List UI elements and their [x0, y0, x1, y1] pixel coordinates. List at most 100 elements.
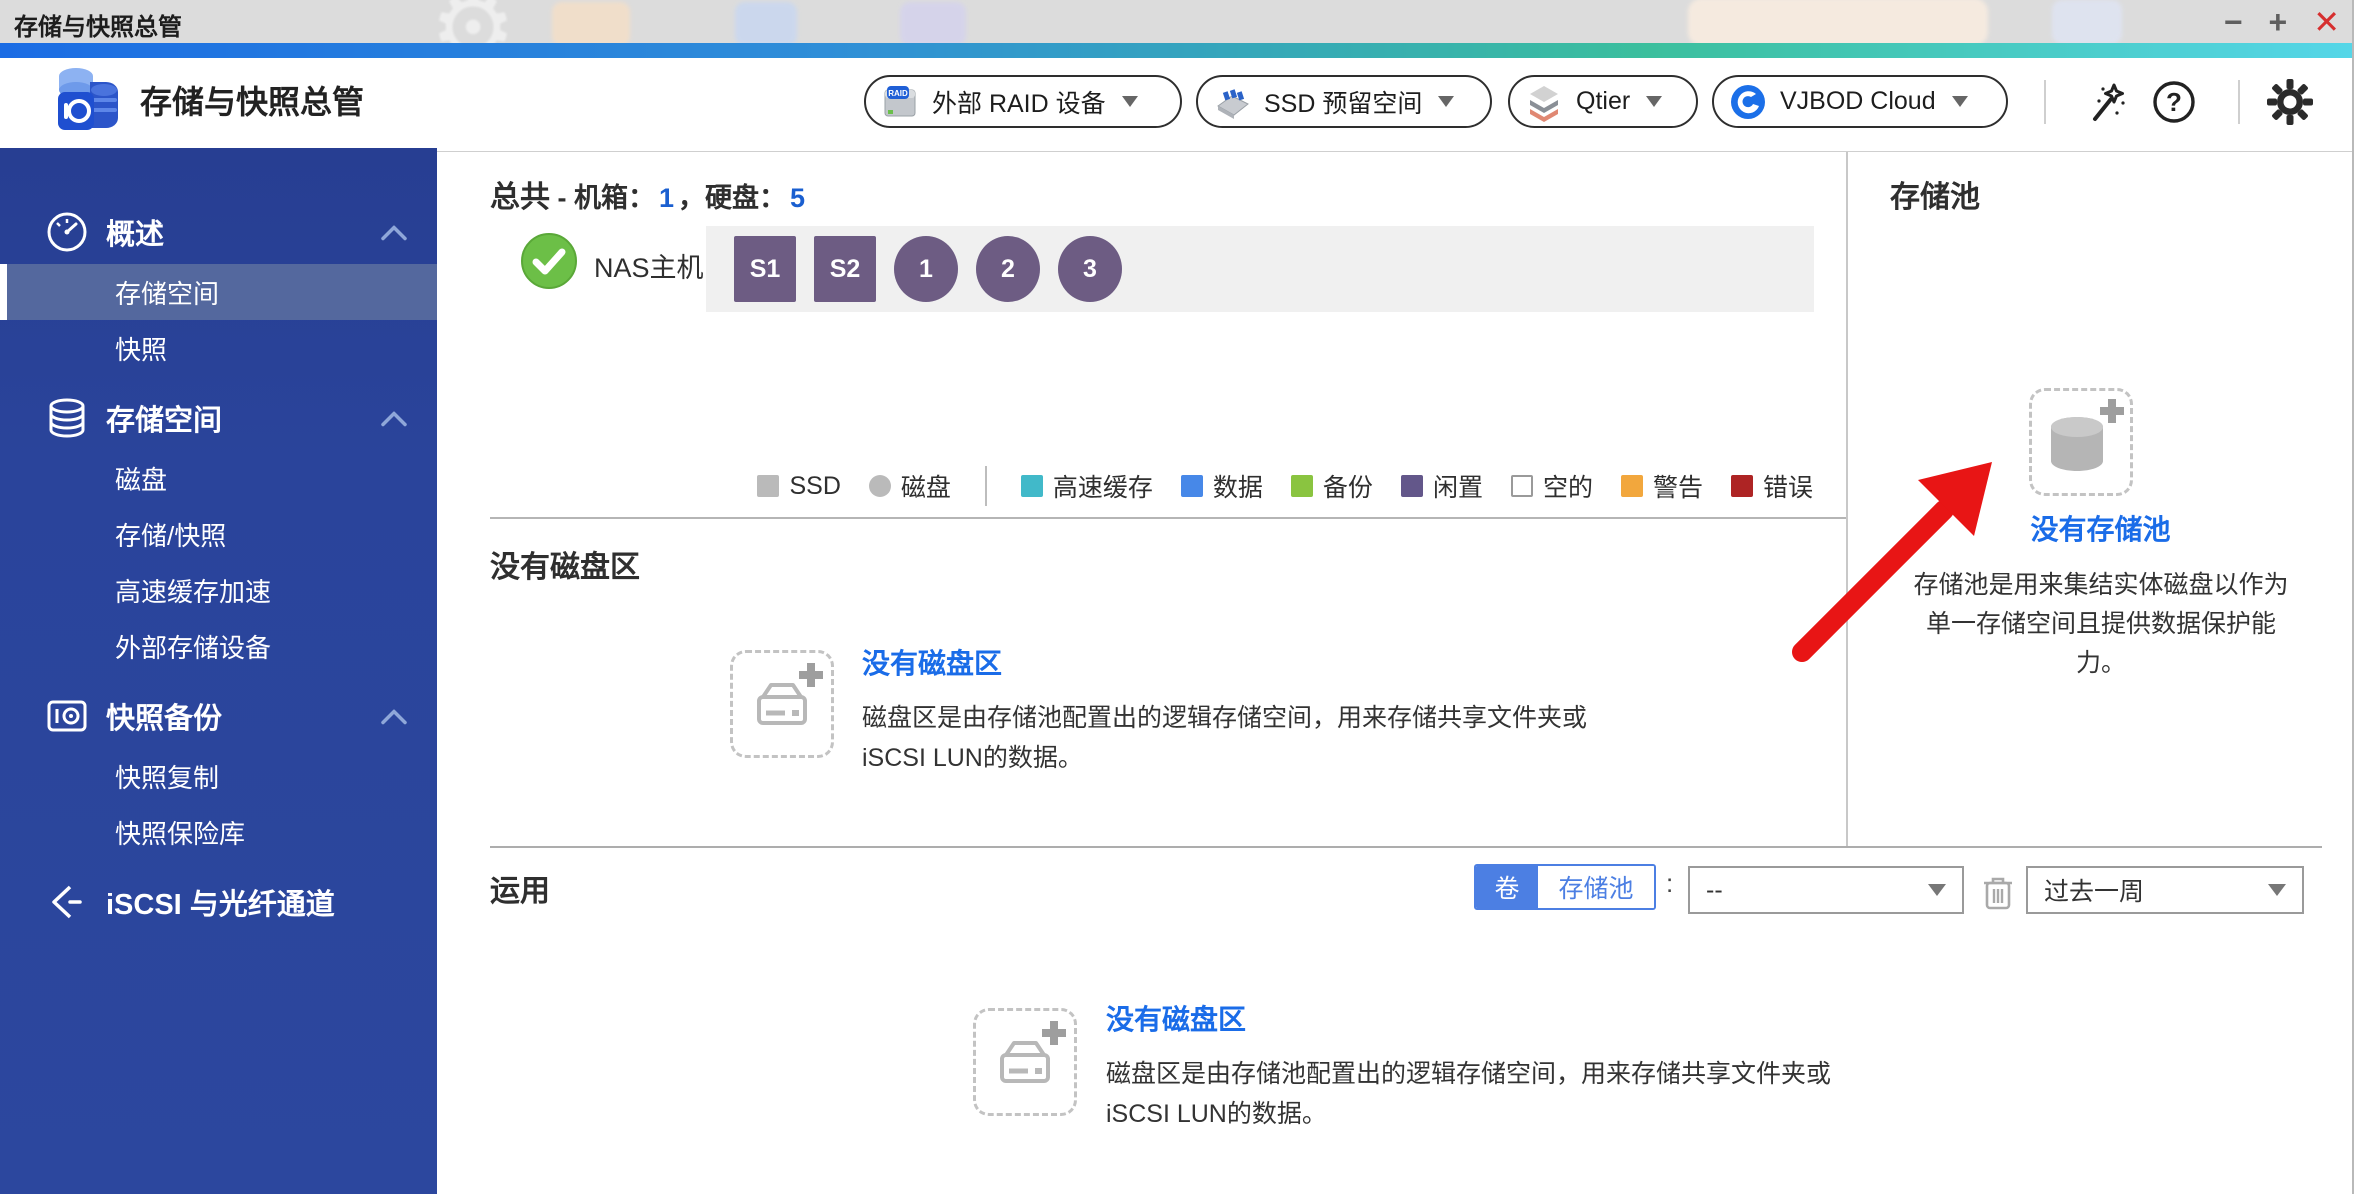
background-app-icon [900, 2, 966, 43]
sidebar-item-external-storage[interactable]: 外部存储设备 [0, 618, 437, 674]
legend-label: 数据 [1213, 468, 1263, 504]
header-separator [2044, 80, 2046, 124]
magic-wand-icon [2081, 79, 2127, 125]
vjbod-cloud-icon [1728, 82, 1768, 122]
sidebar-item-cache-acceleration[interactable]: 高速缓存加速 [0, 562, 437, 618]
volume-description-line2: iSCSI LUN的数据。 [1106, 1094, 1831, 1134]
legend-swatch [1621, 475, 1643, 497]
external-raid-dropdown[interactable]: RAID 外部 RAID 设备 [864, 75, 1182, 128]
sidebar-section-overview[interactable]: 概述 [0, 200, 437, 264]
section-divider [490, 846, 2322, 848]
help-button[interactable]: ? [2148, 76, 2200, 128]
chevron-down-icon [1438, 96, 1454, 107]
drive-slot-3[interactable]: 3 [1058, 236, 1122, 302]
content-top-border [437, 151, 2354, 152]
help-icon: ? [2151, 79, 2197, 125]
drive-slot-1[interactable]: 1 [894, 236, 958, 302]
create-pool-icon [2029, 388, 2133, 496]
clear-usage-button[interactable] [1978, 872, 2018, 912]
background-app-icon [1688, 0, 1988, 43]
sidebar-item-storage-overview[interactable]: 存储空间 [0, 264, 437, 320]
drive-slot-strip: S1 S2 1 2 3 [706, 226, 1814, 312]
sidebar-item-label: 外部存储设备 [115, 628, 271, 665]
toggle-volume-button[interactable]: 卷 [1476, 866, 1538, 908]
legend-label: 备份 [1323, 468, 1373, 504]
raid-device-icon: RAID [880, 82, 920, 122]
no-pool-link[interactable]: 没有存储池 [1847, 508, 2354, 548]
sidebar-section-storage[interactable]: 存储空间 [0, 386, 437, 450]
drive-slot-2[interactable]: 2 [976, 236, 1040, 302]
sidebar-item-disks[interactable]: 磁盘 [0, 450, 437, 506]
settings-button[interactable] [2264, 76, 2316, 128]
minimize-button[interactable]: − [2224, 6, 2243, 38]
background-app-icon [2052, 0, 2122, 43]
legend-separator [985, 466, 987, 506]
volume-description-line2: iSCSI LUN的数据。 [862, 738, 1587, 778]
drive-slot-s2[interactable]: S2 [814, 236, 876, 302]
window-controls: − + ✕ [2224, 0, 2340, 43]
gauge-icon [44, 209, 90, 255]
legend-swatch [1291, 475, 1313, 497]
gear-icon [2265, 77, 2315, 127]
legend-swatch [1511, 475, 1533, 497]
create-volume-icon [730, 650, 834, 758]
header: 存储与快照总管 RAID 外部 RAID 设备 SSD 预留空间 [0, 58, 2354, 148]
sidebar-item-label: iSCSI 与光纤通道 [106, 881, 335, 923]
sidebar-item-label: 磁盘 [115, 460, 167, 497]
legend-label: 错误 [1763, 468, 1813, 504]
chevron-down-icon [1952, 96, 1968, 107]
sidebar-item-storage-snapshots[interactable]: 存储/快照 [0, 506, 437, 562]
legend-swatch [1401, 475, 1423, 497]
legend-label: 空的 [1543, 468, 1593, 504]
chevron-up-icon [381, 402, 407, 435]
legend-label: 警告 [1653, 468, 1703, 504]
usage-toggle: 卷 存储池 [1474, 864, 1656, 910]
sidebar-item-label: 快照保险库 [115, 814, 245, 851]
legend-label: 闲置 [1433, 468, 1483, 504]
header-separator [2238, 80, 2240, 124]
dropdown-label: Qtier [1576, 87, 1630, 116]
sidebar-item-label: 存储空间 [115, 274, 219, 311]
legend-item-cache: 高速缓存 [1021, 468, 1153, 504]
volume-description-line1: 磁盘区是由存储池配置出的逻辑存储空间，用来存储共享文件夹或 [1106, 1054, 1831, 1094]
sidebar-section-snapshot-backup[interactable]: 快照备份 [0, 684, 437, 748]
no-volume-heading: 没有磁盘区 [490, 542, 640, 586]
legend-swatch [1731, 475, 1753, 497]
usage-period-select[interactable]: 过去一周 [2026, 866, 2304, 914]
enclosure-label: - 机箱： [558, 183, 656, 213]
sidebar-section-iscsi-fibre[interactable]: iSCSI 与光纤通道 [0, 870, 437, 934]
volume-description: 磁盘区是由存储池配置出的逻辑存储空间，用来存储共享文件夹或 iSCSI LUN的… [862, 698, 1587, 778]
qtier-icon [1524, 82, 1564, 122]
panel-divider [1846, 152, 1848, 846]
page-title: 存储与快照总管 [140, 77, 364, 123]
chevron-up-icon [381, 700, 407, 733]
legend-swatch [1181, 475, 1203, 497]
ssd-overprovisioning-dropdown[interactable]: SSD 预留空间 [1196, 75, 1492, 128]
sidebar-item-snapshot-vault[interactable]: 快照保险库 [0, 804, 437, 860]
chevron-down-icon [1646, 96, 1662, 107]
accent-gradient-bar [0, 43, 2354, 58]
legend-item-ssd: SSD [757, 472, 840, 501]
sidebar-item-snapshot-overview[interactable]: 快照 [0, 320, 437, 376]
storage-pool-heading: 存储池 [1890, 172, 1980, 216]
status-ok-icon [520, 232, 578, 290]
no-volume-link[interactable]: 没有磁盘区 [1106, 998, 1246, 1038]
legend-item-error: 错误 [1731, 468, 1813, 504]
qtier-dropdown[interactable]: Qtier [1508, 75, 1698, 128]
drive-legend: SSD 磁盘 高速缓存 数据 备份 闲置 空的 警告 [757, 466, 1813, 506]
drive-slot-s1[interactable]: S1 [734, 236, 796, 302]
close-button[interactable]: ✕ [2313, 6, 2340, 38]
maximize-button[interactable]: + [2269, 6, 2288, 38]
vjbod-cloud-dropdown[interactable]: VJBOD Cloud [1712, 75, 2008, 128]
toggle-pool-button[interactable]: 存储池 [1538, 866, 1654, 908]
usage-heading: 运用 [490, 866, 550, 910]
wizard-button[interactable] [2078, 76, 2130, 128]
background-app-icon [735, 2, 797, 43]
window-title: 存储与快照总管 [14, 7, 182, 42]
svg-text:?: ? [2166, 87, 2182, 117]
no-volume-link[interactable]: 没有磁盘区 [862, 642, 1002, 682]
sidebar-item-snapshot-replica[interactable]: 快照复制 [0, 748, 437, 804]
usage-target-select[interactable]: -- [1688, 866, 1964, 914]
enclosure-summary: 总共 - 机箱：1，硬盘：5 [490, 172, 809, 216]
titlebar: ⚙ 存储与快照总管 − + ✕ [0, 0, 2354, 43]
